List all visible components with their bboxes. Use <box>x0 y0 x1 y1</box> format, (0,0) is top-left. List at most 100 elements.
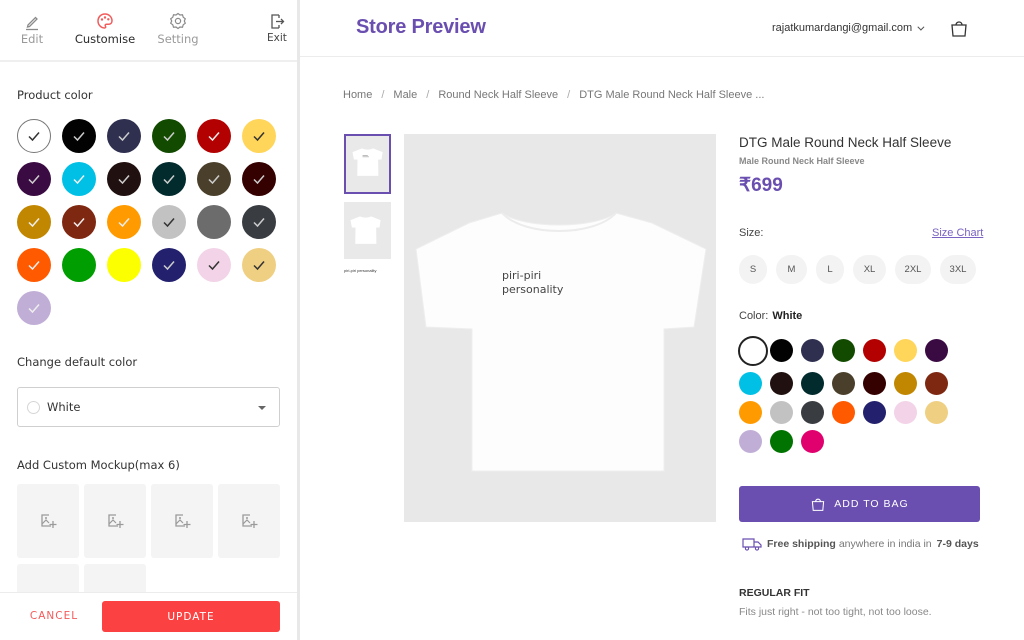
color-option[interactable] <box>832 339 855 362</box>
color-option[interactable] <box>801 339 824 362</box>
shopping-bag-icon <box>812 498 825 511</box>
product-color-swatch[interactable] <box>62 119 96 153</box>
color-option[interactable] <box>801 401 824 424</box>
update-button[interactable]: UPDATE <box>102 601 280 632</box>
color-option[interactable] <box>863 339 886 362</box>
product-color-swatch[interactable] <box>17 291 51 325</box>
shirt-print-line: piri-piri <box>502 269 542 282</box>
add-mockup-slot[interactable] <box>84 564 146 592</box>
product-color-swatch[interactable] <box>62 248 96 282</box>
checkmark-icon <box>28 175 40 185</box>
product-color-swatch[interactable] <box>242 162 276 196</box>
size-option[interactable]: 3XL <box>940 255 976 284</box>
product-color-swatch[interactable] <box>62 162 96 196</box>
product-color-swatch[interactable] <box>242 248 276 282</box>
default-color-select[interactable]: White <box>17 387 280 427</box>
product-color-swatch[interactable] <box>197 248 231 282</box>
add-image-icon <box>108 514 124 528</box>
shipping-bold: Free shipping <box>767 538 836 550</box>
product-color-swatch[interactable] <box>197 205 231 239</box>
product-color-swatch[interactable] <box>62 205 96 239</box>
product-color-swatch[interactable] <box>152 119 186 153</box>
add-to-bag-button[interactable]: ADD TO BAG <box>739 486 980 522</box>
add-image-icon <box>41 514 57 528</box>
checkmark-icon <box>73 218 85 228</box>
shopping-bag-icon[interactable] <box>949 18 969 38</box>
cancel-button[interactable]: CANCEL <box>18 601 90 631</box>
caret-down-icon <box>258 406 266 410</box>
add-mockup-slot[interactable] <box>17 484 79 558</box>
add-mockup-slot[interactable] <box>84 484 146 558</box>
color-option[interactable] <box>738 336 768 366</box>
breadcrumb-separator: / <box>426 89 430 101</box>
color-option[interactable] <box>770 401 793 424</box>
product-color-swatch[interactable] <box>197 119 231 153</box>
color-option[interactable] <box>925 401 948 424</box>
color-option[interactable] <box>894 372 917 395</box>
breadcrumb-current: DTG Male Round Neck Half Sleeve ... <box>579 89 765 101</box>
color-dot-icon <box>27 401 40 414</box>
size-option[interactable]: L <box>816 255 844 284</box>
product-price: ₹699 <box>739 175 783 196</box>
color-option[interactable] <box>832 372 855 395</box>
product-thumbnail-3[interactable]: piri-piri personality <box>344 268 391 284</box>
product-color-swatch[interactable] <box>152 205 186 239</box>
product-color-swatch[interactable] <box>152 162 186 196</box>
default-color-value: White <box>47 400 81 414</box>
color-option[interactable] <box>894 339 917 362</box>
fit-description: Fits just right - not too tight, not too… <box>739 606 932 618</box>
product-color-swatch[interactable] <box>107 162 141 196</box>
product-color-swatch[interactable] <box>107 119 141 153</box>
product-color-swatch[interactable] <box>17 205 51 239</box>
color-option[interactable] <box>925 339 948 362</box>
color-option[interactable] <box>739 372 762 395</box>
size-options: S M L XL 2XL 3XL <box>739 255 976 284</box>
add-mockup-slot[interactable] <box>151 484 213 558</box>
product-color-swatch[interactable] <box>152 248 186 282</box>
product-color-swatch[interactable] <box>17 162 51 196</box>
chevron-down-icon <box>917 23 925 31</box>
custom-mockup-slots <box>17 484 281 592</box>
product-color-swatch[interactable] <box>107 205 141 239</box>
breadcrumb-separator: / <box>567 89 571 101</box>
account-menu[interactable]: rajatkumardangi@gmail.com <box>772 22 925 34</box>
add-mockup-slot[interactable] <box>17 564 79 592</box>
color-option[interactable] <box>801 372 824 395</box>
checkmark-icon <box>163 175 175 185</box>
color-option[interactable] <box>739 430 762 453</box>
color-option[interactable] <box>863 401 886 424</box>
sidebar-scroll-area[interactable]: Product color Change default color White… <box>0 0 297 592</box>
size-option[interactable]: S <box>739 255 767 284</box>
shipping-days: 7-9 days <box>936 538 979 550</box>
product-color-swatch[interactable] <box>17 119 51 153</box>
color-option[interactable] <box>894 401 917 424</box>
color-option[interactable] <box>739 401 762 424</box>
size-option[interactable]: 2XL <box>895 255 931 284</box>
color-option[interactable] <box>770 372 793 395</box>
breadcrumb-male[interactable]: Male <box>393 89 417 101</box>
color-option[interactable] <box>770 339 793 362</box>
color-option[interactable] <box>801 430 824 453</box>
checkmark-icon <box>118 218 130 228</box>
color-option[interactable] <box>770 430 793 453</box>
size-option[interactable]: XL <box>853 255 886 284</box>
size-option[interactable]: M <box>776 255 807 284</box>
size-chart-link[interactable]: Size Chart <box>932 227 983 239</box>
breadcrumb-home[interactable]: Home <box>343 89 372 101</box>
product-color-swatch[interactable] <box>242 205 276 239</box>
product-color-swatch[interactable] <box>197 162 231 196</box>
product-thumbnail-2[interactable] <box>344 202 391 259</box>
product-color-swatch[interactable] <box>107 248 141 282</box>
color-option[interactable] <box>863 372 886 395</box>
product-color-swatch[interactable] <box>242 119 276 153</box>
add-mockup-slot[interactable] <box>218 484 280 558</box>
breadcrumb-category[interactable]: Round Neck Half Sleeve <box>438 89 558 101</box>
checkmark-icon <box>163 218 175 228</box>
checkmark-icon <box>253 261 265 271</box>
product-main-image[interactable]: piri-piri personality <box>404 134 716 522</box>
color-option[interactable] <box>925 372 948 395</box>
product-color-swatch[interactable] <box>17 248 51 282</box>
account-email: rajatkumardangi@gmail.com <box>772 22 913 34</box>
color-option[interactable] <box>832 401 855 424</box>
product-thumbnail-1[interactable] <box>344 134 391 194</box>
